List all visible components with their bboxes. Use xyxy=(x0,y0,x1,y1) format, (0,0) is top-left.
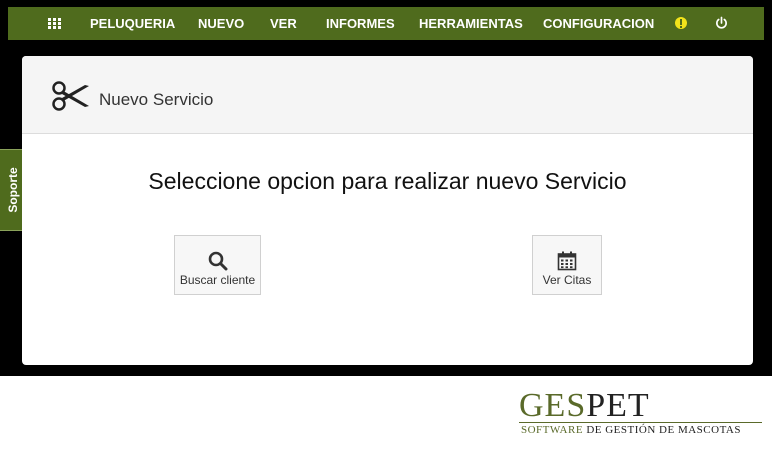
power-icon[interactable] xyxy=(715,16,728,30)
support-tab-label: Soporte xyxy=(5,167,20,213)
logo-divider xyxy=(519,422,762,423)
view-appointments-label: Ver Citas xyxy=(542,273,592,287)
nav-configuracion[interactable]: CONFIGURACION xyxy=(543,7,654,40)
view-appointments-button[interactable]: Ver Citas xyxy=(532,235,602,295)
gespet-logo: GESPET SOFTWARE DE GESTIÓN DE MASCOTAS xyxy=(519,388,764,443)
nav-herramientas[interactable]: HERRAMIENTAS xyxy=(419,7,523,40)
exclamation-circle-icon[interactable] xyxy=(675,17,687,29)
new-service-panel: Nuevo Servicio Seleccione opcion para re… xyxy=(22,56,753,365)
scissors-icon xyxy=(52,81,89,111)
search-client-button[interactable]: Buscar cliente xyxy=(174,235,261,295)
panel-title: Nuevo Servicio xyxy=(99,90,214,109)
top-navbar: PELUQUERIA NUEVO VER INFORMES HERRAMIENT… xyxy=(8,7,764,40)
page-heading: Seleccione opcion para realizar nuevo Se… xyxy=(148,168,627,194)
nav-nuevo[interactable]: NUEVO xyxy=(198,7,244,40)
search-client-label: Buscar cliente xyxy=(179,273,256,287)
nav-informes[interactable]: INFORMES xyxy=(326,7,395,40)
calendar-icon xyxy=(557,251,577,271)
logo-tagline: SOFTWARE DE GESTIÓN DE MASCOTAS xyxy=(521,424,741,436)
panel-header: Nuevo Servicio xyxy=(22,56,753,134)
search-icon xyxy=(208,251,227,271)
grid-icon[interactable] xyxy=(48,18,61,29)
logo-brand: GESPET xyxy=(519,387,650,424)
nav-ver[interactable]: VER xyxy=(270,7,297,40)
nav-peluqueria[interactable]: PELUQUERIA xyxy=(90,7,175,40)
